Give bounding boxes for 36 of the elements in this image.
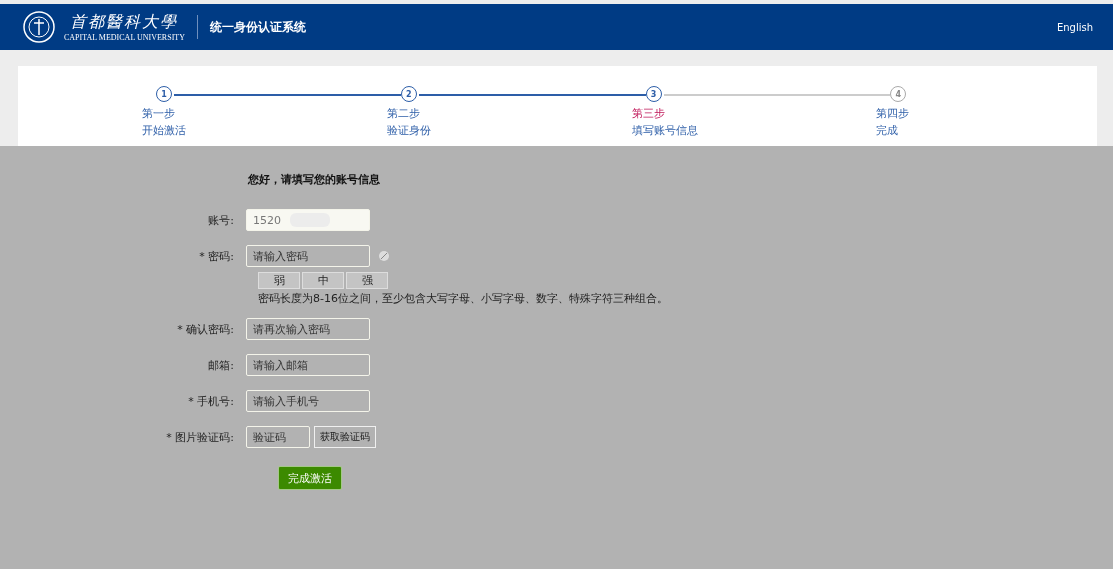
submit-button[interactable]: 完成激活 xyxy=(278,466,342,491)
step-number: 1 xyxy=(156,86,172,102)
field-label: * 手机号: xyxy=(187,393,235,409)
step-title: 第四步 xyxy=(876,106,910,121)
strength-level: 中 xyxy=(302,272,344,289)
field-label: 邮箱: xyxy=(207,357,235,373)
form-heading: 您好，请填写您的账号信息 xyxy=(248,172,381,187)
step-title: 第一步 xyxy=(142,106,175,121)
field-label: * 图片验证码: xyxy=(165,429,235,445)
step-subtitle: 完成 xyxy=(876,123,899,138)
language-link[interactable]: English xyxy=(1056,21,1093,33)
step-title: 第三步 xyxy=(631,106,665,121)
strength-level: 强 xyxy=(346,272,388,289)
captcha-field[interactable]: 验证码 xyxy=(246,426,310,449)
step-number: 4 xyxy=(890,86,907,102)
step-subtitle: 填写账号信息 xyxy=(631,123,698,138)
university-emblem-icon xyxy=(22,10,56,44)
field-label: * 密码: xyxy=(198,248,235,264)
step-subtitle: 开始激活 xyxy=(142,123,186,138)
field-label: 账号: xyxy=(207,212,235,228)
university-name-english: CAPITAL MEDICAL UNIVERSITY xyxy=(64,33,185,42)
step-title: 第二步 xyxy=(386,106,420,121)
password-hint: 密码长度为8-16位之间，至少包含大写字母、小写字母、数字、特殊字符三种组合。 xyxy=(258,292,669,307)
input-field[interactable]: 请输入邮箱 xyxy=(246,354,370,377)
step-number: 3 xyxy=(645,86,662,102)
strength-level: 弱 xyxy=(258,272,300,289)
university-name: 首都醫科大學 xyxy=(70,12,179,33)
step-number: 2 xyxy=(400,86,417,102)
system-title: 统一身份认证系统 xyxy=(210,18,306,36)
field-label: * 确认密码: xyxy=(176,321,235,337)
captcha-button[interactable]: 获取验证码 xyxy=(314,426,376,449)
input-field[interactable]: 请输入手机号 xyxy=(246,390,370,413)
password-field[interactable]: 请输入密码 xyxy=(246,245,370,267)
step-subtitle: 验证身份 xyxy=(386,123,431,138)
input-field[interactable]: 请再次输入密码 xyxy=(246,318,370,341)
account-field[interactable]: 1520 xyxy=(246,209,370,231)
